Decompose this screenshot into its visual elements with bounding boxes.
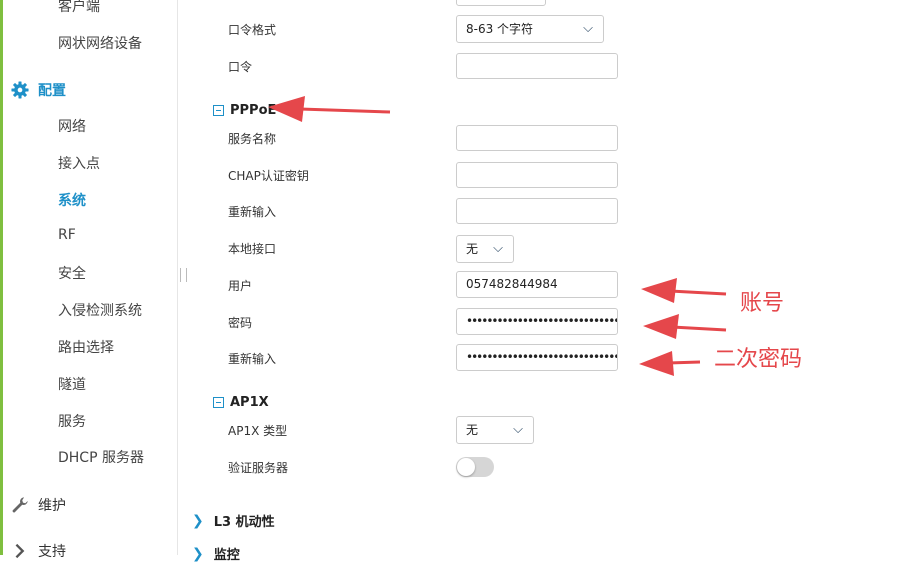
annotation-arrows	[268, 96, 727, 376]
annotation-password-twice-text: 二次密码	[714, 347, 803, 372]
annotation-arrow-account	[641, 278, 727, 303]
annotation-arrow-retype	[639, 351, 701, 376]
annotation-arrow-password	[643, 314, 727, 339]
annotation-account-text: 账号	[740, 291, 785, 316]
annotation-arrow-pppoe	[268, 96, 391, 122]
